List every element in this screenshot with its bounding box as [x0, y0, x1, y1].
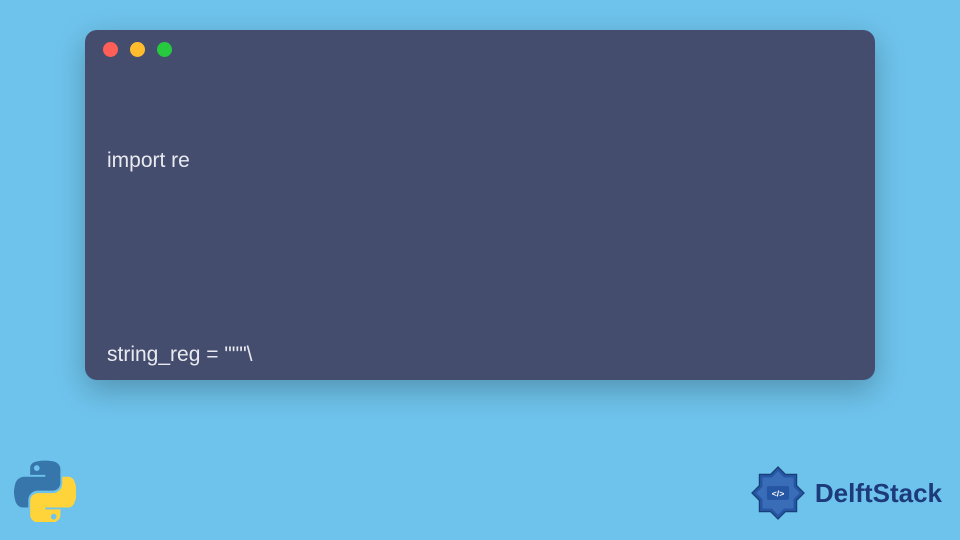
code-line: string_reg = """\ — [107, 338, 853, 372]
code-window: import re string_reg = """\ ... 23khaddd… — [85, 30, 875, 380]
delftstack-logo: </> DelftStack — [747, 462, 942, 524]
code-blank-line — [107, 246, 853, 270]
code-line: import re — [107, 144, 853, 178]
window-titlebar — [85, 30, 875, 68]
minimize-icon — [130, 42, 145, 57]
code-body: import re string_reg = """\ ... 23khaddd… — [85, 68, 875, 380]
delftstack-brand-text: DelftStack — [815, 478, 942, 509]
close-icon — [103, 42, 118, 57]
maximize-icon — [157, 42, 172, 57]
python-logo-icon — [14, 460, 76, 522]
svg-text:</>: </> — [772, 489, 785, 499]
delftstack-emblem-icon: </> — [747, 462, 809, 524]
